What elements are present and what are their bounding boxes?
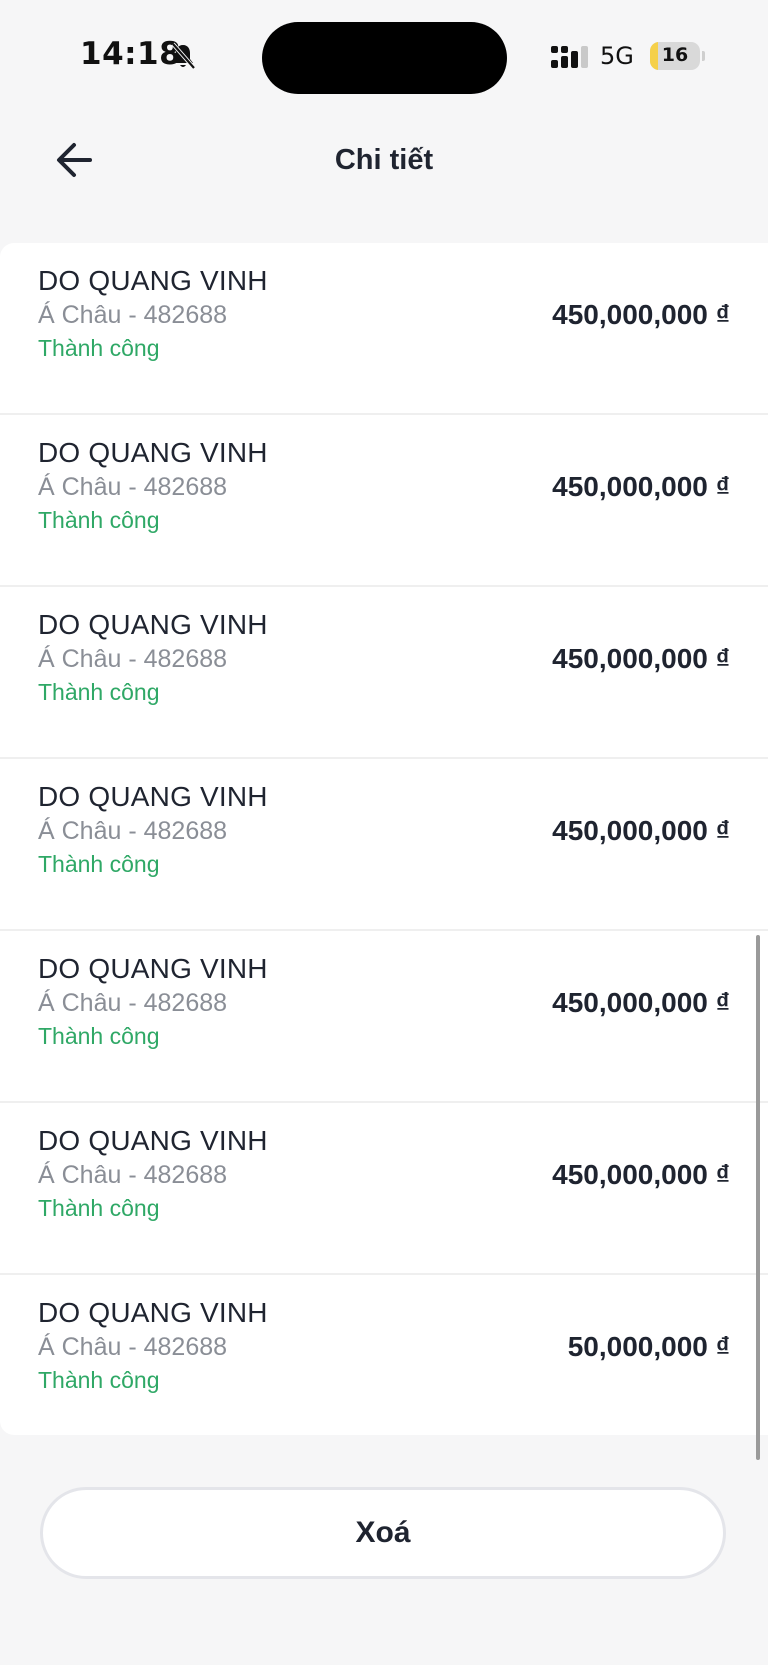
recipient-name: DO QUANG VINH <box>38 1297 268 1328</box>
transaction-item[interactable]: DO QUANG VINH Á Châu - 482688 Thành công… <box>0 1103 768 1275</box>
recipient-name: DO QUANG VINH <box>38 1125 268 1156</box>
transaction-amount: 450,000,000 ₫ <box>552 815 730 846</box>
dynamic-island <box>262 22 507 94</box>
signal-icon <box>551 46 588 68</box>
battery-cap <box>702 51 705 61</box>
bank-info: Á Châu - 482688 <box>38 1161 228 1189</box>
page-title: Chi tiết <box>334 144 434 176</box>
transaction-status: Thành công <box>38 1195 160 1221</box>
nav-header: Chi tiết <box>0 110 768 222</box>
transaction-item[interactable]: DO QUANG VINH Á Châu - 482688 Thành công… <box>0 759 768 931</box>
transaction-status: Thành công <box>38 1023 160 1049</box>
bank-info: Á Châu - 482688 <box>38 645 228 673</box>
transaction-status: Thành công <box>38 679 160 705</box>
bell-muted-icon <box>171 42 196 70</box>
transaction-list: DO QUANG VINH Á Châu - 482688 Thành công… <box>0 243 768 1435</box>
bank-info: Á Châu - 482688 <box>38 473 228 501</box>
transaction-amount: 50,000,000 ₫ <box>567 1331 730 1362</box>
scrollbar[interactable] <box>756 935 760 1460</box>
app-screen: 14:18 5G 16 Chi tiết DO QUANG VINH Á Châ… <box>0 0 768 1665</box>
recipient-name: DO QUANG VINH <box>38 437 268 468</box>
status-time: 14:18 <box>80 36 182 72</box>
recipient-name: DO QUANG VINH <box>38 265 268 296</box>
recipient-name: DO QUANG VINH <box>38 609 268 640</box>
transaction-amount: 450,000,000 ₫ <box>552 987 730 1018</box>
recipient-name: DO QUANG VINH <box>38 953 268 984</box>
transaction-amount: 450,000,000 ₫ <box>552 643 730 674</box>
battery-icon: 16 <box>650 42 700 70</box>
transaction-amount: 450,000,000 ₫ <box>552 299 730 330</box>
battery-level-text: 16 <box>661 44 689 66</box>
transaction-amount: 450,000,000 ₫ <box>552 1159 730 1190</box>
transaction-amount: 450,000,000 ₫ <box>552 471 730 502</box>
transaction-status: Thành công <box>38 335 160 361</box>
transaction-status: Thành công <box>38 1367 160 1393</box>
delete-button[interactable]: Xoá <box>40 1487 726 1579</box>
bank-info: Á Châu - 482688 <box>38 817 228 845</box>
transaction-item[interactable]: DO QUANG VINH Á Châu - 482688 Thành công… <box>0 931 768 1103</box>
transaction-status: Thành công <box>38 851 160 877</box>
transaction-item[interactable]: DO QUANG VINH Á Châu - 482688 Thành công… <box>0 587 768 759</box>
transaction-item[interactable]: DO QUANG VINH Á Châu - 482688 Thành công… <box>0 415 768 587</box>
transaction-status: Thành công <box>38 507 160 533</box>
transaction-item[interactable]: DO QUANG VINH Á Châu - 482688 Thành công… <box>0 1275 768 1435</box>
network-label: 5G <box>600 42 634 70</box>
bank-info: Á Châu - 482688 <box>38 1333 228 1361</box>
status-bar: 14:18 5G 16 <box>0 0 768 110</box>
bank-info: Á Châu - 482688 <box>38 989 228 1017</box>
bank-info: Á Châu - 482688 <box>38 301 228 329</box>
recipient-name: DO QUANG VINH <box>38 781 268 812</box>
transaction-item[interactable]: DO QUANG VINH Á Châu - 482688 Thành công… <box>0 243 768 415</box>
